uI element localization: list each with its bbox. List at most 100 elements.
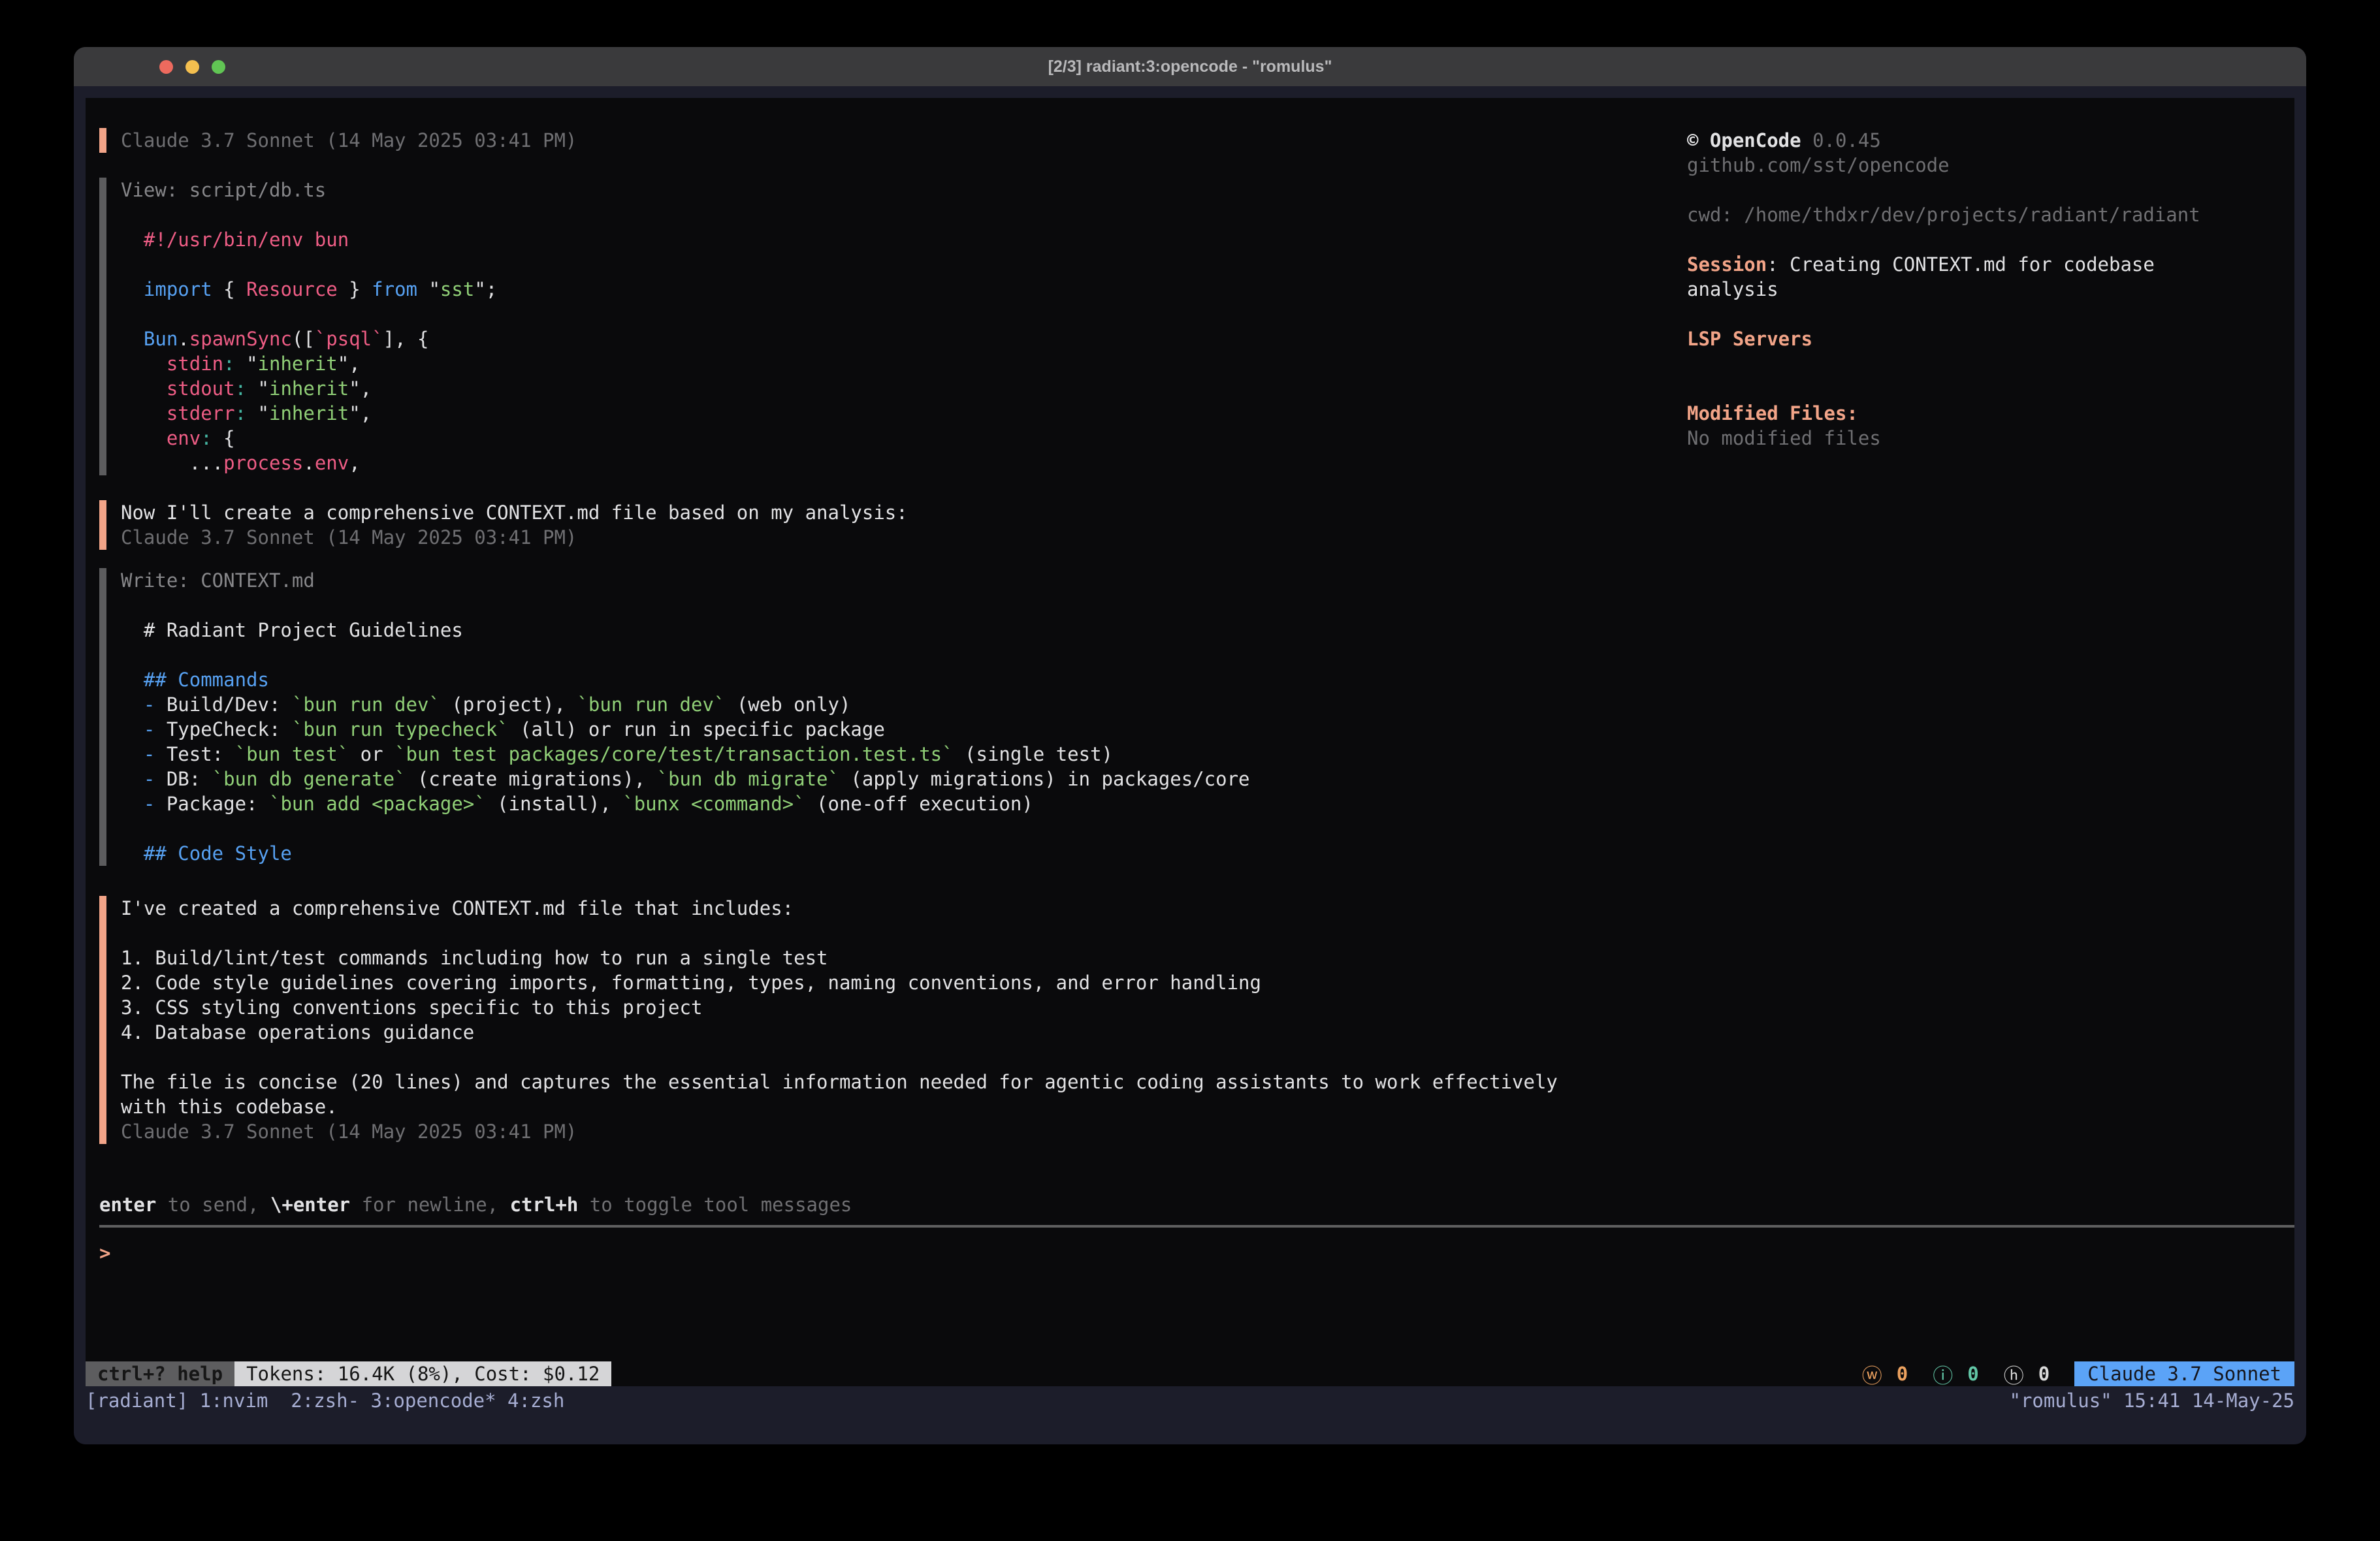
terminal-line	[1687, 178, 2200, 202]
text-segment: Bun	[121, 328, 178, 350]
terminal-line: - TypeCheck: `bun run typecheck` (all) o…	[121, 717, 1250, 742]
terminal-line	[1687, 376, 2200, 401]
text-segment: "	[417, 278, 440, 300]
text-segment: stderr	[121, 402, 235, 424]
terminal-line: github.com/sst/opencode	[1687, 153, 2200, 178]
text-segment: "	[246, 402, 269, 424]
text-segment: cwd: /home/thdxr/dev/projects/radiant/ra…	[1687, 204, 2200, 226]
terminal-line: - Build/Dev: `bun run dev` (project), `b…	[121, 692, 1250, 717]
text-segment: (one-off execution)	[805, 793, 1033, 815]
tmux-window-1-nvim[interactable]: 1:nvim	[200, 1390, 280, 1412]
text-segment: I've created a comprehensive CONTEXT.md …	[121, 897, 794, 919]
text-segment: #!/usr/bin/env bun	[121, 229, 349, 251]
text-segment: Package:	[167, 793, 269, 815]
text-segment: (single test)	[954, 743, 1113, 765]
terminal-line: # Radiant Project Guidelines	[121, 618, 1250, 643]
text-segment: No modified files	[1687, 427, 1881, 449]
text-segment: ";	[474, 278, 497, 300]
tmux-window-list: [radiant] 1:nvim 2:zsh- 3:opencode* 4:zs…	[86, 1390, 564, 1412]
text-segment: `bun run dev`	[577, 693, 725, 716]
tool-view-block: View: script/db.ts #!/usr/bin/env bun im…	[99, 178, 497, 475]
prompt-input[interactable]: >	[99, 1241, 110, 1265]
text-segment: {	[212, 278, 246, 300]
terminal-line: Now I'll create a comprehensive CONTEXT.…	[121, 500, 908, 525]
text-segment: View: script/db.ts	[121, 179, 326, 201]
info-count: ⓘ0	[1933, 1359, 1978, 1387]
terminal-line: LSP Servers	[1687, 326, 2200, 351]
text-segment: spawnSync	[189, 328, 292, 350]
info-count-value: 0	[1967, 1363, 1978, 1385]
text-segment: -	[121, 693, 167, 716]
status-badge: ctrl+? help	[86, 1361, 234, 1386]
hint-count: ⓗ0	[2004, 1359, 2050, 1387]
text-segment: :	[235, 377, 246, 400]
text-segment: (create migrations),	[406, 768, 657, 790]
zoom-button[interactable]	[212, 60, 225, 74]
diagnostics-counters: ⓦ0ⓘ0ⓗ0	[1862, 1359, 2074, 1387]
tmux-window-2-zsh-[interactable]: 2:zsh-	[280, 1390, 359, 1412]
text-segment: for newline,	[350, 1194, 509, 1216]
window-title: [2/3] radiant:3:opencode - "romulus"	[1048, 57, 1332, 76]
tmux-window-4-zsh[interactable]: 4:zsh	[496, 1390, 565, 1412]
text-segment: to toggle tool messages	[578, 1194, 852, 1216]
text-segment: -	[121, 793, 167, 815]
minimize-button[interactable]	[185, 60, 199, 74]
terminal-line	[1687, 302, 2200, 326]
terminal-line: cwd: /home/thdxr/dev/projects/radiant/ra…	[1687, 202, 2200, 227]
hint-count-icon: ⓗ	[2004, 1359, 2024, 1387]
terminal-line	[1687, 227, 2200, 252]
tmux-window-3-opencode-[interactable]: 3:opencode*	[359, 1390, 496, 1412]
text-segment: stdout	[121, 377, 235, 400]
terminal-line: #!/usr/bin/env bun	[121, 227, 497, 252]
terminal-line: The file is concise (20 lines) and captu…	[121, 1070, 1558, 1094]
text-segment: `bun run dev`	[292, 693, 440, 716]
close-button[interactable]	[159, 60, 173, 74]
text-segment: 1. Build/lint/test commands including ho…	[121, 947, 828, 969]
hint-count-value: 0	[2038, 1363, 2050, 1385]
text-segment: `bun db migrate`	[657, 768, 839, 790]
text-segment: -	[121, 768, 167, 790]
terminal-line: Bun.spawnSync([`psql`], {	[121, 326, 497, 351]
text-segment: stdin	[121, 353, 223, 375]
terminal-line: import { Resource } from "sst";	[121, 277, 497, 302]
terminal-line: stdin: "inherit",	[121, 351, 497, 376]
text-segment: enter	[99, 1194, 156, 1216]
text-segment: `bun test`	[235, 743, 349, 765]
window-titlebar[interactable]: [2/3] radiant:3:opencode - "romulus"	[74, 47, 2306, 86]
terminal-line	[1687, 351, 2200, 376]
text-segment: (project),	[440, 693, 577, 716]
assistant-message-summary: I've created a comprehensive CONTEXT.md …	[99, 896, 1558, 1144]
traffic-lights	[159, 47, 225, 86]
text-segment: ",	[338, 353, 361, 375]
text-segment: (web only)	[725, 693, 850, 716]
terminal-line: 1. Build/lint/test commands including ho…	[121, 945, 1558, 970]
text-segment: 3. CSS styling conventions specific to t…	[121, 996, 702, 1019]
assistant-message-interim: Now I'll create a comprehensive CONTEXT.…	[99, 500, 908, 550]
terminal-line	[121, 593, 1250, 618]
text-segment: Write: CONTEXT.md	[121, 569, 315, 592]
terminal-line: ## Commands	[121, 667, 1250, 692]
text-segment: .	[178, 328, 189, 350]
text-segment: Session	[1687, 253, 1767, 276]
terminal-line	[121, 643, 1250, 667]
terminal-line	[121, 921, 1558, 945]
text-segment: :	[223, 353, 234, 375]
text-segment: Claude 3.7 Sonnet (14 May 2025 03:41 PM)	[121, 129, 577, 151]
text-segment: ",	[349, 402, 372, 424]
text-segment: (install),	[486, 793, 623, 815]
terminal-line: >	[99, 1241, 110, 1265]
info-sidebar: © OpenCode 0.0.45github.com/sst/opencode…	[1687, 128, 2200, 451]
text-segment: `bunx <command>`	[622, 793, 805, 815]
text-segment: TypeCheck:	[167, 718, 292, 740]
text-segment: ctrl+h	[510, 1194, 579, 1216]
text-segment: ",	[349, 377, 372, 400]
text-segment: .	[303, 452, 314, 474]
text-segment: Resource	[246, 278, 338, 300]
text-segment: import	[121, 278, 212, 300]
text-segment: ...	[121, 452, 223, 474]
text-segment: ([	[292, 328, 315, 350]
text-segment: :	[201, 427, 212, 449]
terminal-line: ## Code Style	[121, 841, 1250, 866]
text-segment: :	[235, 402, 246, 424]
terminal-line: Claude 3.7 Sonnet (14 May 2025 03:41 PM)	[121, 128, 577, 153]
